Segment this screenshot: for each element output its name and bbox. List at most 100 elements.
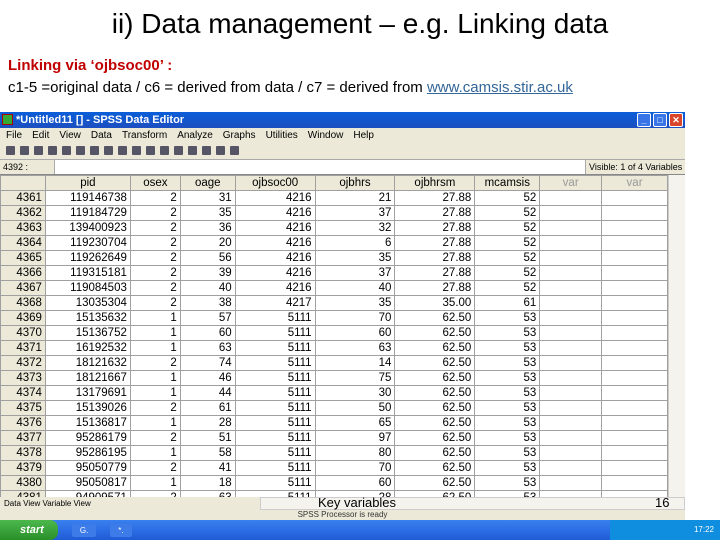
table-cell[interactable]: 35 <box>314 295 396 311</box>
menu-graphs[interactable]: Graphs <box>223 128 256 143</box>
table-cell[interactable]: 61 <box>179 400 236 416</box>
table-cell[interactable]: 62.50 <box>394 340 476 356</box>
table-cell[interactable]: 62.50 <box>394 370 476 386</box>
menu-data[interactable]: Data <box>91 128 112 143</box>
column-header[interactable]: oage <box>179 175 236 191</box>
toolbar-icon[interactable] <box>146 146 155 155</box>
table-cell[interactable]: 53 <box>474 310 541 326</box>
table-cell[interactable]: 52 <box>474 235 541 251</box>
empty-cell[interactable] <box>539 250 603 266</box>
table-cell[interactable]: 4217 <box>234 295 316 311</box>
toolbar-icon[interactable] <box>48 146 57 155</box>
row-number[interactable]: 4373 <box>0 370 46 386</box>
column-header[interactable]: var <box>539 175 603 191</box>
empty-cell[interactable] <box>539 295 603 311</box>
table-cell[interactable]: 52 <box>474 280 541 296</box>
table-cell[interactable]: 44 <box>179 385 236 401</box>
table-cell[interactable]: 74 <box>179 355 236 371</box>
toolbar-icon[interactable] <box>230 146 239 155</box>
table-cell[interactable]: 52 <box>474 265 541 281</box>
table-cell[interactable]: 61 <box>474 295 541 311</box>
table-cell[interactable]: 2 <box>129 280 181 296</box>
table-cell[interactable]: 2 <box>129 355 181 371</box>
table-cell[interactable]: 27.88 <box>394 235 476 251</box>
table-cell[interactable]: 5111 <box>234 475 316 491</box>
column-header[interactable]: pid <box>44 175 131 191</box>
row-number[interactable]: 4372 <box>0 355 46 371</box>
table-cell[interactable]: 32 <box>314 220 396 236</box>
table-cell[interactable]: 5111 <box>234 310 316 326</box>
table-cell[interactable]: 46 <box>179 370 236 386</box>
table-cell[interactable]: 53 <box>474 325 541 341</box>
table-cell[interactable]: 75 <box>314 370 396 386</box>
menu-help[interactable]: Help <box>353 128 374 143</box>
table-cell[interactable]: 2 <box>129 190 181 206</box>
camsis-link[interactable]: www.camsis.stir.ac.uk <box>427 79 573 96</box>
toolbar-icon[interactable] <box>174 146 183 155</box>
table-cell[interactable]: 119262649 <box>44 250 131 266</box>
toolbar-icon[interactable] <box>6 146 15 155</box>
empty-cell[interactable] <box>601 220 668 236</box>
table-cell[interactable]: 70 <box>314 310 396 326</box>
table-cell[interactable]: 27.88 <box>394 265 476 281</box>
table-cell[interactable]: 5111 <box>234 340 316 356</box>
empty-cell[interactable] <box>601 355 668 371</box>
column-header[interactable]: osex <box>129 175 181 191</box>
table-cell[interactable]: 60 <box>179 325 236 341</box>
menu-edit[interactable]: Edit <box>32 128 49 143</box>
table-cell[interactable]: 62.50 <box>394 445 476 461</box>
table-cell[interactable]: 5111 <box>234 400 316 416</box>
toolbar-icon[interactable] <box>76 146 85 155</box>
table-cell[interactable]: 6 <box>314 235 396 251</box>
table-cell[interactable]: 15136817 <box>44 415 131 431</box>
toolbar-icon[interactable] <box>188 146 197 155</box>
empty-cell[interactable] <box>539 280 603 296</box>
toolbar-icon[interactable] <box>160 146 169 155</box>
empty-cell[interactable] <box>601 295 668 311</box>
table-cell[interactable]: 38 <box>179 295 236 311</box>
empty-cell[interactable] <box>539 190 603 206</box>
row-number[interactable]: 4362 <box>0 205 46 221</box>
table-cell[interactable]: 1 <box>129 370 181 386</box>
table-cell[interactable]: 2 <box>129 250 181 266</box>
empty-cell[interactable] <box>601 265 668 281</box>
table-cell[interactable]: 4216 <box>234 235 316 251</box>
table-cell[interactable]: 4216 <box>234 265 316 281</box>
table-cell[interactable]: 27.88 <box>394 190 476 206</box>
empty-cell[interactable] <box>601 340 668 356</box>
table-cell[interactable]: 4216 <box>234 280 316 296</box>
table-cell[interactable]: 15136752 <box>44 325 131 341</box>
table-cell[interactable]: 14 <box>314 355 396 371</box>
table-cell[interactable]: 53 <box>474 445 541 461</box>
table-cell[interactable]: 63 <box>314 340 396 356</box>
table-cell[interactable]: 5111 <box>234 460 316 476</box>
table-cell[interactable]: 51 <box>179 430 236 446</box>
empty-cell[interactable] <box>601 280 668 296</box>
row-number[interactable]: 4379 <box>0 460 46 476</box>
table-cell[interactable]: 5111 <box>234 325 316 341</box>
table-cell[interactable]: 53 <box>474 385 541 401</box>
table-cell[interactable]: 58 <box>179 445 236 461</box>
empty-cell[interactable] <box>539 400 603 416</box>
table-cell[interactable]: 60 <box>314 475 396 491</box>
table-cell[interactable]: 13179691 <box>44 385 131 401</box>
empty-cell[interactable] <box>539 415 603 431</box>
empty-cell[interactable] <box>601 400 668 416</box>
empty-cell[interactable] <box>601 310 668 326</box>
menu-view[interactable]: View <box>59 128 81 143</box>
table-cell[interactable]: 53 <box>474 460 541 476</box>
empty-cell[interactable] <box>539 310 603 326</box>
row-number[interactable]: 4378 <box>0 445 46 461</box>
taskbar-item[interactable]: G. <box>71 523 97 537</box>
table-cell[interactable]: 37 <box>314 265 396 281</box>
empty-cell[interactable] <box>601 415 668 431</box>
toolbar-icon[interactable] <box>216 146 225 155</box>
view-tabs[interactable]: Data View Variable View <box>0 497 260 510</box>
table-cell[interactable]: 20 <box>179 235 236 251</box>
table-cell[interactable]: 18 <box>179 475 236 491</box>
table-cell[interactable]: 4216 <box>234 250 316 266</box>
row-number[interactable]: 4366 <box>0 265 46 281</box>
table-cell[interactable]: 21 <box>314 190 396 206</box>
row-number[interactable]: 4368 <box>0 295 46 311</box>
empty-cell[interactable] <box>539 265 603 281</box>
